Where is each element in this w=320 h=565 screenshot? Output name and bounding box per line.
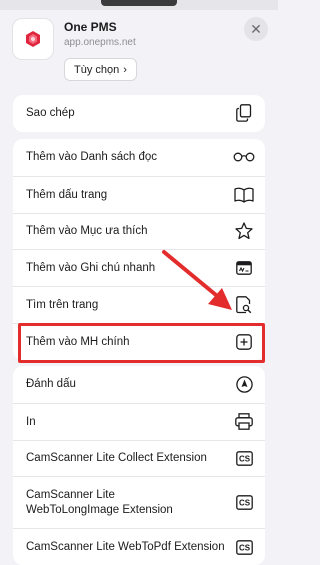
close-button[interactable]: ✕ bbox=[244, 17, 268, 41]
menu-item-markup[interactable]: Đánh dấu bbox=[13, 366, 265, 403]
share-header: One PMS app.onepms.net Tùy chọn › ✕ bbox=[0, 0, 278, 94]
gem-logo-icon bbox=[26, 31, 40, 47]
menu-item-label: Thêm vào Mục ưa thích bbox=[26, 225, 148, 238]
menu-item-add-bookmark[interactable]: Thêm dấu trang bbox=[13, 175, 265, 213]
menu-item-camscanner-longimage[interactable]: CamScanner Lite WebToLongImage Extension… bbox=[13, 476, 265, 528]
app-name: One PMS bbox=[64, 20, 117, 34]
printer-icon bbox=[233, 411, 255, 433]
copy-icon bbox=[233, 102, 255, 124]
menu-item-favorites[interactable]: Thêm vào Mục ưa thích bbox=[13, 212, 265, 250]
cs-icon: CS bbox=[233, 492, 255, 514]
cs-badge: CS bbox=[238, 543, 250, 552]
chevron-right-icon: › bbox=[123, 63, 127, 76]
markup-icon bbox=[233, 373, 255, 395]
menu-item-label: CamScanner Lite WebToPdf Extension bbox=[26, 541, 225, 554]
cs-badge: CS bbox=[238, 499, 250, 508]
close-icon: ✕ bbox=[250, 21, 262, 37]
menu-item-label: Thêm vào Danh sách đọc bbox=[26, 151, 158, 164]
star-icon bbox=[233, 220, 255, 242]
options-button[interactable]: Tùy chọn › bbox=[64, 58, 137, 81]
app-url: app.onepms.net bbox=[64, 37, 136, 48]
menu-group-extensions: Đánh dấu In CamScanner Lite Collect Exte… bbox=[13, 366, 265, 565]
menu-item-label: In bbox=[26, 415, 36, 428]
cs-badge: CS bbox=[238, 455, 250, 464]
menu-item-copy[interactable]: Sao chép bbox=[13, 95, 265, 132]
menu-item-label: Thêm dấu trang bbox=[26, 188, 108, 201]
options-label: Tùy chọn bbox=[74, 63, 120, 76]
menu-item-label: Đánh dấu bbox=[26, 378, 76, 391]
cs-icon: CS bbox=[233, 447, 255, 469]
cs-icon: CS bbox=[233, 536, 255, 558]
menu-item-camscanner-pdf[interactable]: CamScanner Lite WebToPdf Extension CS bbox=[13, 528, 265, 565]
menu-item-label: Sao chép bbox=[26, 107, 75, 120]
menu-item-label: CamScanner Lite Collect Extension bbox=[26, 452, 207, 465]
red-arrow-icon bbox=[162, 250, 232, 310]
glasses-icon bbox=[233, 146, 255, 168]
menu-item-camscanner-collect[interactable]: CamScanner Lite Collect Extension CS bbox=[13, 439, 265, 477]
book-icon bbox=[233, 184, 255, 206]
app-logo bbox=[13, 19, 53, 59]
menu-item-label: CamScanner Lite WebToLongImage Extension bbox=[26, 488, 173, 516]
menu-group-copy: Sao chép bbox=[13, 95, 265, 132]
highlight-box bbox=[18, 323, 265, 363]
menu-item-reading-list[interactable]: Thêm vào Danh sách đọc bbox=[13, 139, 265, 176]
menu-item-print[interactable]: In bbox=[13, 402, 265, 440]
